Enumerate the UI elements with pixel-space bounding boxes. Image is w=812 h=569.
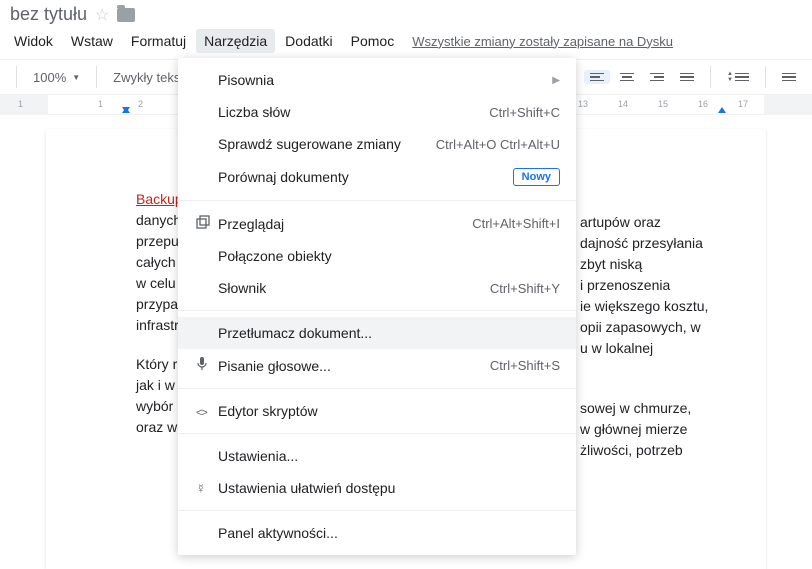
line-spacing-icon: ▲▼ — [727, 71, 749, 83]
menu-item[interactable]: Przetłumacz dokument... — [178, 317, 576, 349]
menu-item[interactable]: PrzeglądajCtrl+Alt+Shift+I — [178, 207, 576, 240]
line-spacing-button[interactable]: ▲▼ — [721, 68, 755, 86]
menu-item-label: Pisownia — [218, 72, 552, 88]
align-justify-icon — [680, 73, 694, 82]
menu-item[interactable]: Ustawienia... — [178, 440, 576, 472]
menu-item[interactable]: Porównaj dokumentyNowy — [178, 160, 576, 194]
backup-link[interactable]: Backup — [136, 191, 183, 207]
menu-item-shortcut: Ctrl+Shift+S — [490, 358, 560, 373]
titlebar: bez tytułu ☆ — [0, 0, 812, 27]
align-center-button[interactable] — [614, 70, 640, 85]
menu-item-label: Połączone obiekty — [218, 248, 560, 264]
menu-item-label: Edytor skryptów — [218, 403, 560, 419]
menu-item-label: Panel aktywności... — [218, 525, 560, 541]
menu-item[interactable]: ☿Ustawienia ułatwień dostępu — [178, 472, 576, 504]
menu-view[interactable]: Widok — [6, 29, 61, 53]
folder-icon[interactable] — [117, 8, 135, 22]
menu-item-label: Pisanie głosowe... — [218, 358, 490, 374]
menu-item[interactable]: <>Edytor skryptów — [178, 395, 576, 427]
menu-item[interactable]: Połączone obiekty — [178, 240, 576, 272]
menu-format[interactable]: Formatuj — [123, 29, 194, 53]
menu-item-label: Liczba słów — [218, 104, 489, 120]
align-left-button[interactable] — [584, 70, 610, 85]
align-left-icon — [590, 73, 604, 82]
menu-item-label: Ustawienia ułatwień dostępu — [218, 480, 560, 496]
menu-item-label: Porównaj dokumenty — [218, 169, 513, 185]
chevron-down-icon: ▼ — [72, 73, 80, 82]
menu-item-icon — [196, 215, 218, 232]
new-badge: Nowy — [513, 168, 560, 186]
paragraph-fragment: sowej w chmurze, w głównej mierzeżliwośc… — [580, 398, 691, 461]
tools-menu: Pisownia▶Liczba słówCtrl+Shift+CSprawdź … — [178, 58, 576, 555]
align-right-button[interactable] — [644, 70, 670, 85]
menu-help[interactable]: Pomoc — [343, 29, 403, 53]
menu-item-icon: <> — [196, 403, 218, 419]
align-center-icon — [620, 73, 634, 82]
menu-tools[interactable]: Narzędzia — [196, 29, 275, 53]
menu-item-label: Słownik — [218, 280, 490, 296]
menu-item-icon: ☿ — [196, 480, 218, 496]
submenu-arrow-icon: ▶ — [552, 75, 560, 86]
paragraph-fragment: artupów orazdajność przesyłaniazbyt nisk… — [580, 212, 708, 359]
menu-item-shortcut: Ctrl+Alt+O Ctrl+Alt+U — [436, 137, 560, 152]
menu-item-label: Sprawdź sugerowane zmiany — [218, 136, 436, 152]
menu-item[interactable]: SłownikCtrl+Shift+Y — [178, 272, 576, 304]
menu-item-icon — [196, 357, 218, 374]
menu-item-shortcut: Ctrl+Shift+C — [489, 105, 560, 120]
align-justify-button[interactable] — [674, 70, 700, 85]
menubar: Widok Wstaw Formatuj Narzędzia Dodatki P… — [0, 27, 812, 59]
right-indent-marker[interactable] — [718, 107, 726, 113]
menu-addons[interactable]: Dodatki — [277, 29, 340, 53]
menu-item[interactable]: Pisownia▶ — [178, 64, 576, 96]
menu-item[interactable]: Panel aktywności... — [178, 517, 576, 549]
menu-item[interactable]: Pisanie głosowe...Ctrl+Shift+S — [178, 349, 576, 382]
menu-item-label: Przeglądaj — [218, 216, 472, 232]
list-icon — [782, 73, 796, 82]
menu-item[interactable]: Sprawdź sugerowane zmianyCtrl+Alt+O Ctrl… — [178, 128, 576, 160]
zoom-select[interactable]: 100%▼ — [27, 67, 86, 88]
menu-item-label: Ustawienia... — [218, 448, 560, 464]
menu-item-label: Przetłumacz dokument... — [218, 325, 560, 341]
menu-insert[interactable]: Wstaw — [63, 29, 121, 53]
indent-marker-bottom[interactable] — [122, 107, 130, 113]
list-button[interactable] — [776, 70, 802, 85]
menu-item[interactable]: Liczba słówCtrl+Shift+C — [178, 96, 576, 128]
menu-item-shortcut: Ctrl+Alt+Shift+I — [472, 216, 560, 231]
save-status[interactable]: Wszystkie zmiany zostały zapisane na Dys… — [412, 34, 673, 49]
align-right-icon — [650, 73, 664, 82]
star-icon[interactable]: ☆ — [95, 5, 109, 25]
menu-item-shortcut: Ctrl+Shift+Y — [490, 281, 560, 296]
doc-title[interactable]: bez tytułu — [10, 4, 87, 25]
